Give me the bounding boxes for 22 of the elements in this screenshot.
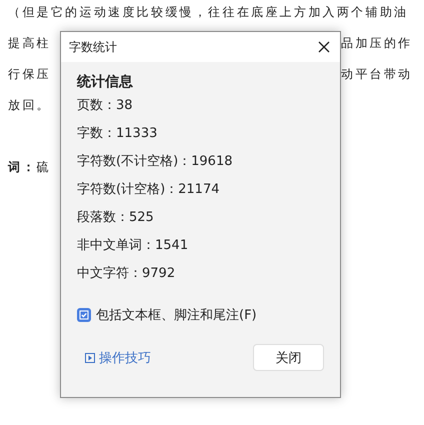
stat-text: 非中文单词：1541: [77, 238, 188, 253]
close-icon[interactable]: [318, 41, 330, 53]
checkbox-label[interactable]: 包括文本框、脚注和尾注(F): [96, 306, 257, 324]
document-text: （但是它的运动速度比较缓慢，往往在底座上方加入两个辅助油: [7, 4, 408, 21]
close-button[interactable]: 关闭: [253, 344, 324, 371]
stat-text: 字数：11333: [77, 126, 158, 141]
stat-text: 字符数(计空格)：21174: [77, 182, 220, 197]
stat-text: 中文字符：9792: [77, 266, 176, 281]
document-text: 品加压的作: [341, 35, 412, 52]
document-text: 行保压: [7, 66, 51, 83]
section-title: 统计信息: [77, 73, 134, 92]
stat-text: 字符数(不计空格)：19618: [77, 154, 232, 169]
document-text: 提高柱: [7, 35, 51, 52]
stat-text: 段落数：525: [77, 210, 154, 225]
document-text: 放回。: [7, 97, 51, 114]
document-text: 动平台带动: [341, 66, 412, 83]
tips-link[interactable]: 操作技巧: [85, 348, 151, 366]
dialog-title: 字数统计: [69, 38, 117, 56]
checkbox[interactable]: [77, 308, 91, 322]
play-icon: [85, 352, 95, 362]
stat-text: 页数：38: [77, 98, 133, 113]
document-text: 词：硫: [6, 159, 51, 176]
